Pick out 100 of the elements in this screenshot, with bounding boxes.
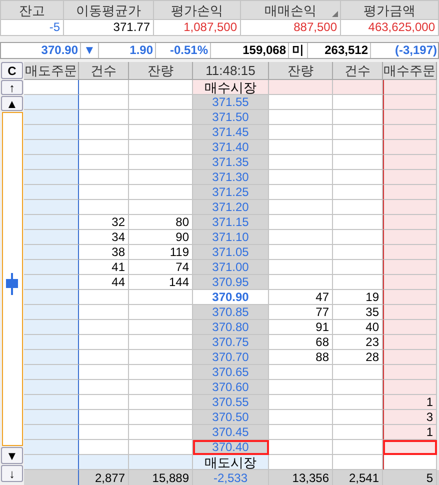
table-cell	[79, 110, 129, 125]
quote-cell: ▼	[81, 43, 99, 58]
table-cell: 1	[383, 395, 437, 410]
table-cell	[129, 155, 193, 170]
table-cell	[269, 260, 333, 275]
table-cell	[24, 350, 79, 365]
position-marker-icon	[5, 273, 19, 295]
table-cell	[269, 245, 333, 260]
table-cell	[129, 335, 193, 350]
column-header: 매매손익	[241, 1, 341, 20]
table-cell	[79, 425, 129, 440]
table-cell: 77	[269, 305, 333, 320]
scroll-button[interactable]: ↑	[1, 80, 23, 95]
table-cell: 40	[333, 320, 383, 335]
total-cell: 15,889	[129, 470, 193, 485]
table-cell: 90	[129, 230, 193, 245]
table-cell	[129, 350, 193, 365]
total-cell: 5	[383, 470, 437, 485]
table-cell	[333, 185, 383, 200]
total-cell: 2,877	[79, 470, 129, 485]
table-cell: 119	[129, 245, 193, 260]
table-cell	[269, 440, 333, 455]
table-cell	[129, 455, 193, 470]
column-header: 잔량	[269, 62, 333, 80]
table-cell	[333, 380, 383, 395]
scroll-button[interactable]: ▼	[1, 447, 23, 464]
table-cell	[129, 425, 193, 440]
table-cell	[129, 110, 193, 125]
table-cell	[79, 380, 129, 395]
table-cell	[24, 230, 79, 245]
quote-cell: (-3,197)	[371, 43, 439, 58]
table-cell	[333, 440, 383, 455]
table-cell	[24, 275, 79, 290]
table-cell: 44	[79, 275, 129, 290]
price-cell: 371.35	[193, 155, 269, 170]
price-cell: 매도시장	[193, 455, 269, 470]
table-cell: 74	[129, 260, 193, 275]
column-header: 11:48:15	[193, 62, 269, 80]
table-cell	[24, 245, 79, 260]
quote-cell: 미	[289, 43, 308, 58]
table-cell	[333, 80, 383, 95]
table-cell	[24, 125, 79, 140]
table-cell	[269, 110, 333, 125]
column-header: 건수	[333, 62, 383, 80]
table-cell	[269, 140, 333, 155]
table-cell	[269, 170, 333, 185]
value-cell: 371.77	[64, 20, 154, 35]
price-cell: 371.45	[193, 125, 269, 140]
table-cell	[129, 170, 193, 185]
table-cell	[79, 200, 129, 215]
price-cell: 370.95	[193, 275, 269, 290]
table-cell: 80	[129, 215, 193, 230]
price-cell: 371.40	[193, 140, 269, 155]
table-cell	[79, 155, 129, 170]
price-cell: 370.55	[193, 395, 269, 410]
price-cell: 매수시장	[193, 80, 269, 95]
table-cell	[333, 260, 383, 275]
table-cell	[79, 170, 129, 185]
table-cell	[129, 185, 193, 200]
value-cell: 1,087,500	[154, 20, 241, 35]
price-cell: 371.55	[193, 95, 269, 110]
scroll-button[interactable]: C	[1, 62, 23, 79]
total-cell: 2,541	[333, 470, 383, 485]
price-cell: 370.70	[193, 350, 269, 365]
scroll-button[interactable]: ↓	[1, 465, 23, 482]
table-cell	[269, 215, 333, 230]
scroll-button[interactable]: ▲	[1, 96, 23, 111]
table-cell	[129, 410, 193, 425]
table-cell	[24, 410, 79, 425]
price-cell: 371.20	[193, 200, 269, 215]
table-cell	[79, 290, 129, 305]
quote-cell: 1.90	[99, 43, 156, 58]
table-cell: 38	[79, 245, 129, 260]
table-cell	[383, 455, 437, 470]
column-header: 이동평균가	[64, 1, 154, 20]
table-cell	[24, 425, 79, 440]
table-cell	[269, 275, 333, 290]
table-cell	[269, 395, 333, 410]
table-cell	[24, 335, 79, 350]
table-cell	[79, 95, 129, 110]
table-cell	[269, 80, 333, 95]
table-cell	[129, 365, 193, 380]
table-cell: 32	[79, 215, 129, 230]
table-cell: 68	[269, 335, 333, 350]
table-cell	[79, 455, 129, 470]
table-cell	[24, 200, 79, 215]
quote-cell: -0.51%	[156, 43, 211, 58]
column-header: 매도주문	[24, 62, 79, 80]
table-cell	[333, 200, 383, 215]
table-cell	[333, 425, 383, 440]
table-cell	[79, 320, 129, 335]
table-cell: 19	[333, 290, 383, 305]
table-cell	[269, 380, 333, 395]
table-cell	[79, 350, 129, 365]
quote-cell: 370.90	[1, 43, 81, 58]
column-header: 잔고	[1, 1, 64, 20]
table-cell	[24, 365, 79, 380]
table-cell	[269, 230, 333, 245]
table-cell: 1	[383, 425, 437, 440]
table-cell	[129, 200, 193, 215]
